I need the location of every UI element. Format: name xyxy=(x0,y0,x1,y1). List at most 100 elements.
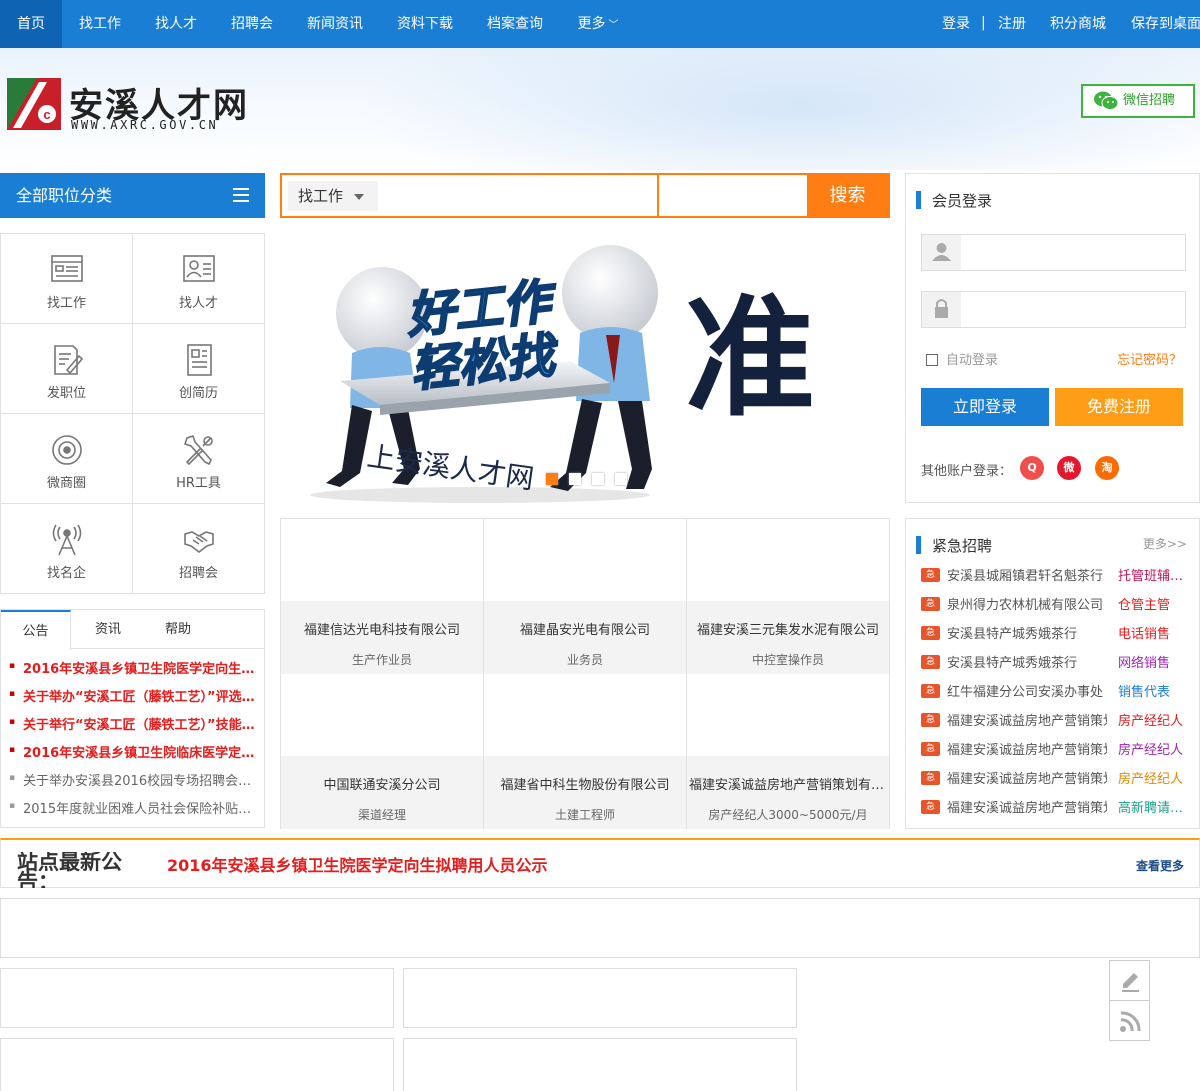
menu-icon[interactable] xyxy=(233,188,249,202)
company-job[interactable]: 土建工程师 xyxy=(484,806,686,823)
site-logo[interactable]: c 安溪人才网 WWW.AXRC.GOV.CN xyxy=(7,78,262,134)
urgent-company[interactable]: 安溪县特产城秀娥茶行 xyxy=(947,623,1107,642)
urgent-position[interactable]: 房产经纪人 xyxy=(1118,710,1186,729)
company-job[interactable]: 渠道经理 xyxy=(281,806,483,823)
urgent-company[interactable]: 安溪县特产城秀娥茶行 xyxy=(947,652,1107,671)
quick-find-job[interactable]: 找工作 xyxy=(1,234,133,324)
urgent-company[interactable]: 福建安溪诚益房地产营销策划有限公司 xyxy=(947,739,1107,758)
points-mall-link[interactable]: 积分商城 xyxy=(1044,0,1112,48)
nav-find-talent[interactable]: 找人才 xyxy=(138,0,214,48)
banner-carousel[interactable]: 准 好工作 轻松找 上安溪人才网 xyxy=(280,233,890,503)
company-card[interactable]: 福建晶安光电有限公司 业务员 xyxy=(484,519,687,674)
login-link[interactable]: 登录 xyxy=(936,0,976,48)
notice-item[interactable]: 2016年安溪县乡镇卫生院临床医学定向生拟聘用人员公示 xyxy=(9,742,259,761)
urgent-position[interactable]: 托管班辅导老师 xyxy=(1118,565,1186,584)
search-type-select[interactable]: 找工作 xyxy=(288,181,378,211)
username-field[interactable] xyxy=(921,234,1186,271)
notice-item[interactable]: 2015年度就业困难人员社会保险补贴公示 xyxy=(9,798,259,817)
company-name[interactable]: 福建安溪三元集发水泥有限公司 xyxy=(689,619,887,638)
urgent-position[interactable]: 仓管主管 xyxy=(1118,594,1186,613)
nav-find-job[interactable]: 找工作 xyxy=(62,0,138,48)
carousel-dot[interactable] xyxy=(546,473,558,485)
category-header[interactable]: 全部职位分类 xyxy=(0,173,265,218)
company-logo[interactable] xyxy=(484,519,686,601)
urgent-company[interactable]: 泉州得力农林机械有限公司 xyxy=(947,594,1107,613)
urgent-position[interactable]: 销售代表 xyxy=(1118,681,1186,700)
auto-login-checkbox[interactable] xyxy=(926,354,938,366)
urgent-job-row[interactable]: 急安溪县特产城秀娥茶行 电话销售 xyxy=(921,623,1191,643)
urgent-position[interactable]: 电话销售 xyxy=(1118,623,1186,642)
taobao-icon[interactable]: 淘 xyxy=(1095,456,1119,480)
urgent-position[interactable]: 房产经纪人 xyxy=(1118,768,1186,787)
quick-create-resume[interactable]: 创简历 xyxy=(133,324,265,414)
company-logo[interactable] xyxy=(687,674,889,756)
urgent-job-row[interactable]: 急安溪县城厢镇君轩名魁茶行托管班辅导老师 xyxy=(921,565,1191,585)
company-name[interactable]: 福建省中科生物股份有限公司 xyxy=(486,774,684,793)
carousel-dot[interactable] xyxy=(569,473,581,485)
urgent-company[interactable]: 安溪县城厢镇君轩名魁茶行 xyxy=(947,565,1107,584)
wechat-recruit-button[interactable]: 微信招聘 xyxy=(1081,84,1195,118)
urgent-job-row[interactable]: 急福建安溪诚益房地产营销策划有限公司房产经纪人 xyxy=(921,710,1191,730)
urgent-position[interactable]: 高新聘请置业顾问 xyxy=(1118,797,1186,816)
view-more-link[interactable]: 查看更多 xyxy=(1136,857,1184,874)
save-desktop-link[interactable]: 保存到桌面 xyxy=(1126,0,1200,48)
company-name[interactable]: 福建安溪诚益房地产营销策划有限公司 xyxy=(689,774,887,793)
urgent-position[interactable]: 房产经纪人 xyxy=(1118,739,1186,758)
quick-hr-tools[interactable]: HR工具 xyxy=(133,414,265,504)
quick-wechat-circle[interactable]: 微商圈 xyxy=(1,414,133,504)
urgent-job-row[interactable]: 急福建安溪诚益房地产营销策划有限公司高新聘请置业顾问 xyxy=(921,797,1191,817)
search-button[interactable]: 搜索 xyxy=(807,175,888,216)
company-card[interactable]: 福建省中科生物股份有限公司 土建工程师 xyxy=(484,674,687,829)
company-card[interactable]: 福建安溪诚益房地产营销策划有限公司房产经纪人3000~5000元/月 xyxy=(687,674,889,829)
urgent-job-row[interactable]: 急福建安溪诚益房地产营销策划有限公司房产经纪人 xyxy=(921,739,1191,759)
company-logo[interactable] xyxy=(281,519,483,601)
urgent-company[interactable]: 福建安溪诚益房地产营销策划有限公司 xyxy=(947,710,1107,729)
quick-find-talent[interactable]: 找人才 xyxy=(133,234,265,324)
password-field[interactable] xyxy=(921,291,1186,328)
notice-item[interactable]: 关于举行“安溪工匠（藤铁工艺）”技能大赛的通知 xyxy=(9,714,259,733)
company-job[interactable]: 生产作业员 xyxy=(281,651,483,668)
company-job[interactable]: 业务员 xyxy=(484,651,686,668)
carousel-dot[interactable] xyxy=(615,473,627,485)
nav-home[interactable]: 首页 xyxy=(0,0,62,48)
register-button[interactable]: 免费注册 xyxy=(1055,388,1183,426)
nav-archive[interactable]: 档案查询 xyxy=(470,0,560,48)
login-button[interactable]: 立即登录 xyxy=(921,388,1049,426)
company-job[interactable]: 中控室操作员 xyxy=(687,651,889,668)
nav-downloads[interactable]: 资料下载 xyxy=(380,0,470,48)
tab-help[interactable]: 帮助 xyxy=(143,610,213,649)
company-logo[interactable] xyxy=(281,674,483,756)
notice-item[interactable]: 关于举办“安溪工匠（藤铁工艺）”评选活动的通知 xyxy=(9,686,259,705)
password-input[interactable] xyxy=(962,292,1182,327)
auto-login[interactable]: 自动登录 xyxy=(926,349,998,368)
username-input[interactable] xyxy=(962,235,1182,270)
company-card[interactable]: 福建安溪三元集发水泥有限公司 中控室操作员 xyxy=(687,519,889,674)
company-logo[interactable] xyxy=(687,519,889,601)
urgent-job-row[interactable]: 急福建安溪诚益房地产营销策划有限公司房产经纪人 xyxy=(921,768,1191,788)
urgent-company[interactable]: 红牛福建分公司安溪办事处 xyxy=(947,681,1107,700)
quick-famous-companies[interactable]: 找名企 xyxy=(1,504,133,594)
urgent-job-row[interactable]: 急泉州得力农林机械有限公司 仓管主管 xyxy=(921,594,1191,614)
carousel-dot[interactable] xyxy=(592,473,604,485)
urgent-company[interactable]: 福建安溪诚益房地产营销策划有限公司 xyxy=(947,797,1107,816)
tab-announcements[interactable]: 公告 xyxy=(1,610,71,650)
tab-news[interactable]: 资讯 xyxy=(73,610,143,649)
nav-more[interactable]: 更多 ﹀ xyxy=(560,0,636,48)
company-logo[interactable] xyxy=(484,674,686,756)
latest-headline[interactable]: 2016年安溪县乡镇卫生院医学定向生拟聘用人员公示 xyxy=(167,852,548,876)
register-link[interactable]: 注册 xyxy=(994,0,1030,48)
search-location-input[interactable] xyxy=(660,175,808,216)
nav-news[interactable]: 新闻资讯 xyxy=(290,0,380,48)
company-card[interactable]: 中国联通安溪分公司 渠道经理 xyxy=(281,674,484,829)
quick-job-fair[interactable]: 招聘会 xyxy=(133,504,265,594)
urgent-more-link[interactable]: 更多>> xyxy=(1143,535,1187,552)
rss-button[interactable] xyxy=(1109,1000,1150,1041)
company-name[interactable]: 中国联通安溪分公司 xyxy=(283,774,481,793)
company-name[interactable]: 福建信达光电科技有限公司 xyxy=(283,619,481,638)
nav-job-fair[interactable]: 招聘会 xyxy=(214,0,290,48)
qq-icon[interactable]: Q xyxy=(1020,456,1044,480)
company-name[interactable]: 福建晶安光电有限公司 xyxy=(486,619,684,638)
company-job[interactable]: 房产经纪人3000~5000元/月 xyxy=(687,806,889,823)
weibo-icon[interactable]: 微 xyxy=(1057,456,1081,480)
company-card[interactable]: 福建信达光电科技有限公司 生产作业员 xyxy=(281,519,484,674)
